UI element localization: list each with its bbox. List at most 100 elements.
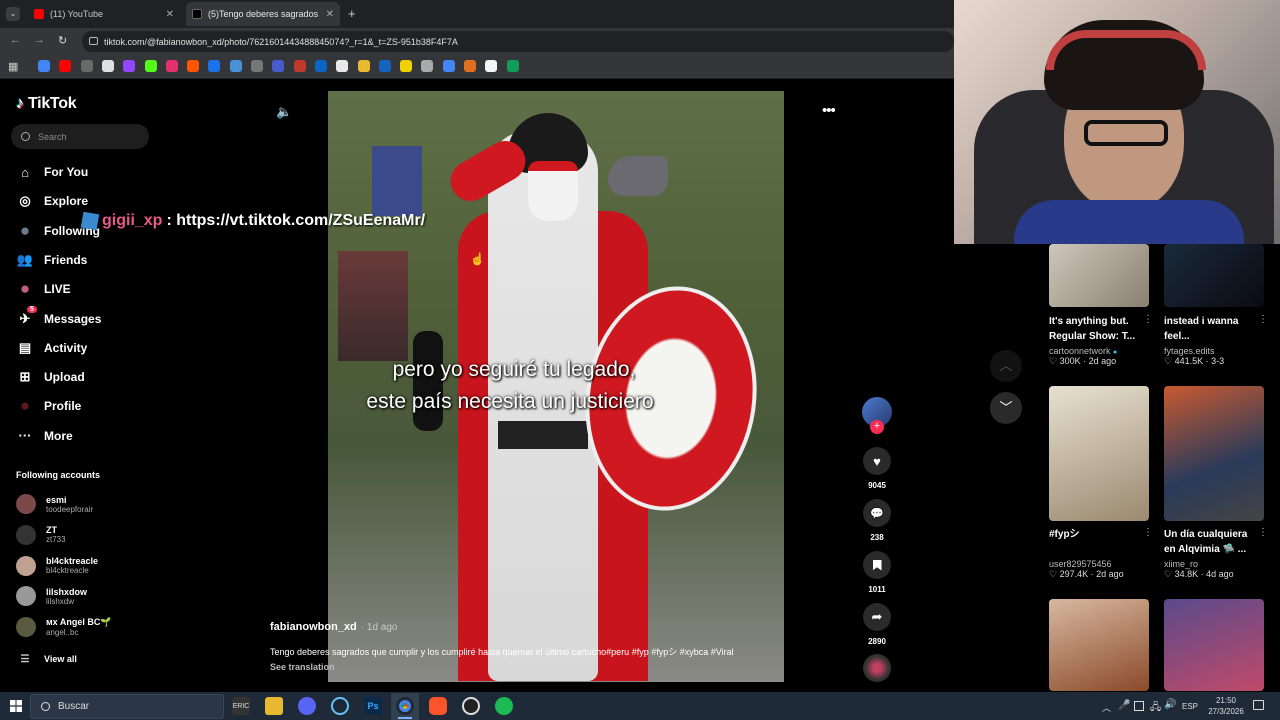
bookmark-icon[interactable] — [442, 60, 455, 72]
video-author[interactable]: user829575456 — [1049, 559, 1159, 569]
nav-item-profile[interactable]: ● Profile — [16, 396, 81, 415]
file-explorer-icon[interactable] — [265, 697, 283, 715]
nav-item-upload[interactable]: ⊞ Upload — [16, 368, 85, 386]
clock-date[interactable]: 27/3/2026 — [1204, 707, 1248, 716]
notifications-icon[interactable] — [1253, 700, 1264, 710]
bookmark-icon[interactable] — [187, 60, 200, 72]
next-post-button[interactable]: ﹀ — [990, 392, 1022, 424]
tab-youtube[interactable]: (11) YouTube ✕ — [28, 2, 180, 26]
chrome-icon[interactable] — [396, 697, 414, 715]
video-author[interactable]: xiime_ro — [1164, 559, 1274, 569]
tab-tiktok[interactable]: (5)Tengo deberes sagrados que c ✕ — [186, 2, 340, 26]
bookmark-icon[interactable] — [208, 60, 221, 72]
bookmark-icon[interactable] — [336, 60, 349, 72]
app-icon[interactable]: ERIC — [232, 697, 250, 715]
nav-item-friends[interactable]: 👥 Friends — [16, 251, 87, 269]
photoshop-icon[interactable]: Ps — [364, 697, 382, 715]
prev-post-button[interactable]: ︿ — [990, 350, 1022, 382]
bookmark-icon[interactable] — [400, 60, 413, 72]
tray-chevron-icon[interactable]: ︿ — [1102, 701, 1111, 714]
see-translation-link[interactable]: See translation — [270, 662, 335, 672]
video-author[interactable]: cartoonnetwork ● — [1049, 346, 1159, 356]
reload-icon[interactable]: ↻ — [58, 34, 67, 47]
nav-item-more[interactable]: ··· More — [16, 427, 73, 445]
bookmark-icon[interactable] — [144, 60, 157, 72]
author-link[interactable]: fabianowbon_xd — [270, 621, 357, 633]
apps-icon[interactable]: ▦ — [8, 60, 18, 73]
steam-icon[interactable] — [331, 697, 349, 715]
bookmark-icon[interactable] — [123, 60, 136, 72]
close-tab-icon[interactable]: ✕ — [326, 9, 334, 20]
more-options-icon[interactable]: ••• — [822, 102, 836, 119]
sound-disc[interactable] — [863, 654, 891, 682]
tiktok-logo[interactable]: ♪ TikTok — [16, 95, 77, 113]
bookmark-icon[interactable] — [293, 60, 306, 72]
related-video-card[interactable]: instead i wanna feel... ⋮ fytages.edits ♡ 4… — [1164, 314, 1274, 367]
spotify-icon[interactable] — [495, 697, 513, 715]
carousel-dots[interactable]: ‹ • › — [528, 600, 591, 609]
share-button[interactable]: ➦ — [863, 603, 891, 631]
site-info-icon[interactable] — [89, 37, 98, 45]
video-thumbnail[interactable] — [1049, 386, 1149, 521]
bookmark-icon[interactable] — [378, 60, 391, 72]
more-icon[interactable]: ⋮ — [1258, 314, 1268, 325]
tray-icon[interactable] — [1134, 701, 1144, 711]
view-all-link[interactable]: ☰ View all — [16, 650, 77, 668]
save-button[interactable] — [863, 551, 891, 579]
search-box[interactable]: Search — [11, 124, 149, 149]
comment-button[interactable]: 💬 — [863, 499, 891, 527]
discord-icon[interactable] — [298, 697, 316, 715]
bookmark-icon[interactable] — [314, 60, 327, 72]
following-account[interactable]: bl4cktreacle bl4cktreacle — [16, 555, 98, 576]
bookmark-icon[interactable] — [485, 60, 498, 72]
bookmark-icon[interactable] — [506, 60, 519, 72]
video-thumbnail[interactable] — [1164, 244, 1264, 307]
address-bar[interactable]: tiktok.com/@fabianowbon_xd/photo/7621601… — [82, 31, 954, 52]
like-button[interactable]: ♥ — [863, 447, 891, 475]
bookmark-icon[interactable] — [229, 60, 242, 72]
bookmark-icon[interactable] — [251, 60, 263, 72]
nav-item-for-you[interactable]: ⌂ For You — [16, 163, 88, 181]
bookmark-icon[interactable] — [464, 60, 476, 72]
video-thumbnail[interactable] — [1049, 244, 1149, 307]
back-icon[interactable]: ← — [10, 34, 21, 46]
more-icon[interactable]: ⋮ — [1143, 314, 1153, 325]
volume-tray-icon[interactable]: 🔊 — [1164, 699, 1176, 710]
video-thumbnail[interactable] — [1164, 599, 1264, 691]
bookmark-icon[interactable] — [59, 60, 72, 72]
close-tab-icon[interactable]: ✕ — [166, 9, 174, 20]
nav-item-live[interactable]: ● LIVE — [16, 279, 71, 298]
related-video-card[interactable]: #fypシ ⋮ user829575456 ♡ 297.4K · 2d ago — [1049, 527, 1159, 580]
following-account[interactable]: esmi toodeepforair — [16, 494, 93, 514]
related-video-card[interactable]: It's anything but. Regular Show: T... ⋮ ca… — [1049, 314, 1159, 367]
bookmark-icon[interactable] — [272, 60, 285, 72]
language-indicator[interactable]: ESP — [1182, 702, 1198, 711]
follow-plus-icon[interactable]: + — [870, 420, 884, 434]
video-author[interactable]: fytages.edits — [1164, 346, 1274, 356]
bookmark-icon[interactable] — [80, 60, 93, 72]
obs-icon[interactable] — [462, 697, 480, 715]
network-icon[interactable]: 🖧 — [1150, 700, 1161, 717]
microphone-icon[interactable]: 🎤 — [1118, 700, 1130, 711]
bookmark-icon[interactable] — [357, 60, 370, 72]
volume-icon[interactable]: 🔈 — [276, 104, 292, 120]
bookmark-icon[interactable] — [101, 60, 114, 72]
following-account[interactable]: ZT zt733 — [16, 524, 66, 545]
video-thumbnail[interactable] — [1049, 599, 1149, 691]
new-tab-button[interactable]: + — [348, 6, 356, 21]
following-account[interactable]: lilshxdow lilshxdw — [16, 586, 87, 607]
video-thumbnail[interactable] — [1164, 386, 1264, 521]
related-video-card[interactable]: Un día cualquiera en Alqvimia 🛸 ... ⋮ xiim… — [1164, 527, 1274, 580]
forward-icon[interactable]: → — [34, 34, 45, 46]
taskbar-search[interactable]: Buscar — [30, 694, 224, 719]
bookmark-icon[interactable] — [38, 60, 50, 72]
clock-time[interactable]: 21:50 — [1204, 696, 1248, 705]
bookmark-icon[interactable] — [421, 60, 434, 72]
nav-item-messages[interactable]: ✈ 5 Messages — [16, 305, 101, 328]
post-media[interactable] — [328, 91, 784, 682]
brave-icon[interactable] — [429, 697, 447, 715]
more-icon[interactable]: ⋮ — [1258, 527, 1268, 538]
nav-item-explore[interactable]: ◎ Explore — [16, 192, 88, 210]
more-icon[interactable]: ⋮ — [1143, 527, 1153, 538]
bookmark-icon[interactable] — [165, 60, 178, 72]
